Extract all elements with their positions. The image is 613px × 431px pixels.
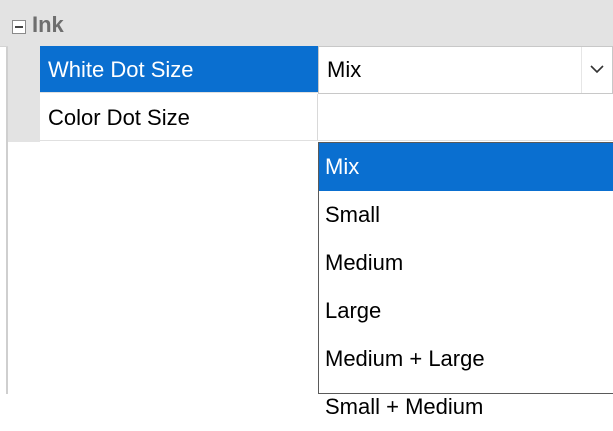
- dropdown-option-mix[interactable]: Mix: [319, 143, 613, 191]
- dropdown-button[interactable]: [581, 47, 612, 93]
- property-name-color-dot-size[interactable]: Color Dot Size: [40, 94, 318, 141]
- category-title: Ink: [32, 12, 64, 37]
- category-gutter: [8, 46, 40, 142]
- white-dot-size-combobox[interactable]: Mix: [318, 46, 613, 94]
- chevron-down-icon: [590, 65, 604, 74]
- property-value-color-dot-size[interactable]: [318, 94, 613, 141]
- dropdown-option-large[interactable]: Large: [319, 287, 613, 335]
- dropdown-list: Mix Small Medium Large Medium + Large Sm…: [318, 142, 613, 419]
- category-row-ink[interactable]: Ink: [0, 0, 613, 47]
- property-row-white-dot-size[interactable]: White Dot Size Mix: [40, 46, 613, 94]
- property-grid: Ink White Dot Size Mix Color Dot Size Mi…: [0, 0, 613, 419]
- collapse-minus-icon[interactable]: [12, 20, 26, 34]
- dropdown-option-medium[interactable]: Medium: [319, 239, 613, 287]
- combobox-value: Mix: [327, 57, 362, 82]
- dropdown-option-small[interactable]: Small: [319, 191, 613, 239]
- dropdown-option-medium-large[interactable]: Medium + Large: [319, 335, 613, 383]
- dropdown-option-small-medium[interactable]: Small + Medium: [319, 383, 613, 419]
- property-row-color-dot-size[interactable]: Color Dot Size: [40, 94, 613, 142]
- property-value-white-dot-size[interactable]: Mix: [318, 46, 613, 94]
- property-name-white-dot-size[interactable]: White Dot Size: [40, 46, 318, 93]
